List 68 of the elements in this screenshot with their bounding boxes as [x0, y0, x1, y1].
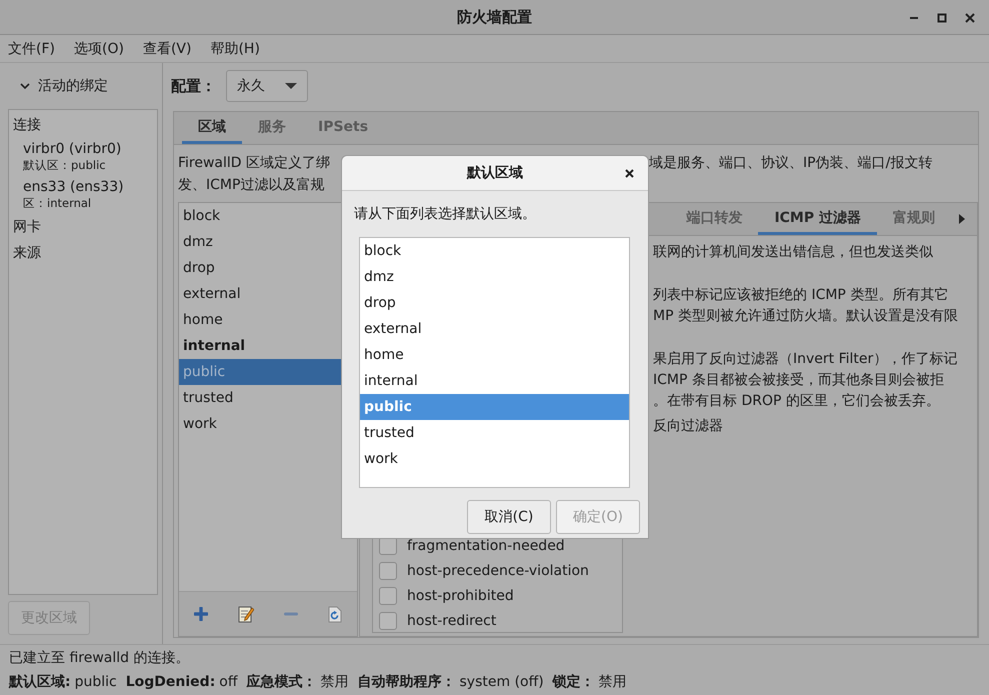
description-text: 联网的计算机间发送出错信息，但也发送类似 — [653, 243, 934, 262]
description-text: 。在带有目标 DROP 的区里，它们会被丢弃。 — [653, 392, 941, 411]
status-value: 禁用 — [320, 674, 349, 690]
zone-item[interactable]: external — [360, 316, 629, 342]
binding-zone: 默认区：public — [23, 158, 107, 173]
description-text: 列表中标记应该被拒绝的 ICMP 类型。所有其它 — [653, 286, 950, 305]
list-heading: 来源 — [12, 244, 42, 263]
description-text: 域是服务、端口、协议、IP伪装、端口/报文转 — [649, 154, 932, 172]
list-heading: 连接 — [12, 116, 42, 135]
description-text: 果启用了反向过滤器（Invert Filter），作了标记 — [653, 350, 958, 369]
status-value: off — [219, 674, 238, 690]
dialog-title: 默认区域 — [467, 164, 523, 182]
zone-item[interactable]: dmz — [360, 264, 629, 290]
status-label: 锁定： — [552, 674, 595, 690]
menu-item[interactable]: 文件(F) — [8, 40, 55, 58]
status-message: 已建立至 firewalld 的连接。 — [9, 649, 190, 667]
reload-button[interactable] — [326, 604, 344, 624]
description-text: 发、ICMP过滤以及富规 — [178, 176, 326, 194]
checkbox-label: host-precedence-violation — [407, 562, 589, 578]
checkbox-label: 反向过滤器 — [653, 417, 724, 436]
arrow-right-icon — [959, 214, 965, 224]
menu-item[interactable]: 帮助(H) — [210, 40, 260, 58]
status-value: 禁用 — [598, 674, 627, 690]
status-value: public — [74, 674, 117, 690]
window-title: 防火墙配置 — [457, 8, 532, 26]
close-icon — [624, 168, 634, 178]
minus-icon — [284, 612, 298, 616]
caret-icon — [285, 82, 297, 90]
description-text: MP 类型则被允许通过防火墙。默认设置是没有限 — [653, 307, 959, 326]
notepad-pencil-icon — [238, 605, 254, 623]
zone-item[interactable]: block — [360, 238, 629, 264]
bindings-expander[interactable]: 活动的绑定 — [0, 63, 162, 109]
binding-item[interactable]: ens33 (ens33) — [23, 178, 157, 196]
zone-item[interactable]: work — [360, 446, 629, 472]
page-refresh-icon — [328, 606, 342, 622]
checkbox[interactable] — [379, 612, 397, 630]
maximize-icon — [937, 13, 947, 23]
status-label: LogDenied: — [126, 674, 216, 690]
binding-zone: 区：internal — [23, 196, 92, 211]
checkbox-label: host-prohibited — [407, 588, 514, 604]
description-text: ICMP 条目都被会被接受，而其他条目则会被拒 — [653, 371, 945, 390]
add-button[interactable] — [192, 605, 210, 623]
plus-icon — [194, 607, 208, 621]
description-text: FirewallD 区域定义了绑 — [178, 154, 332, 172]
status-label: 应急模式： — [246, 674, 317, 690]
dialog-prompt: 请从下面列表选择默认区域。 — [353, 205, 537, 224]
menu-item[interactable]: 选项(O) — [74, 40, 124, 58]
binding-item[interactable]: virbr0 (virbr0) — [23, 140, 157, 158]
config-dropdown[interactable]: 永久 — [226, 70, 308, 102]
status-value: system (off) — [460, 674, 544, 690]
checkbox[interactable] — [379, 562, 397, 580]
zone-item[interactable]: trusted — [360, 420, 629, 446]
checkbox[interactable] — [379, 586, 397, 604]
tab[interactable]: 区域 — [182, 112, 242, 144]
status-label: 默认区域: — [9, 674, 71, 690]
minimize-icon — [910, 17, 918, 19]
close-icon — [965, 13, 975, 23]
checkbox-label: fragmentation-needed — [407, 538, 565, 554]
checkbox-label: host-redirect — [407, 612, 496, 628]
zone-item[interactable]: drop — [360, 290, 629, 316]
config-label: 配置： — [171, 76, 216, 96]
tab[interactable]: ICMP 过滤器 — [758, 203, 877, 235]
cancel-button[interactable]: 取消(C) — [467, 500, 551, 534]
status-label: 自动帮助程序： — [358, 674, 456, 690]
menu-item[interactable]: 查看(V) — [142, 40, 192, 58]
zone-item[interactable]: internal — [360, 368, 629, 394]
zone-item[interactable]: home — [360, 342, 629, 368]
list-heading: 网卡 — [12, 218, 42, 237]
